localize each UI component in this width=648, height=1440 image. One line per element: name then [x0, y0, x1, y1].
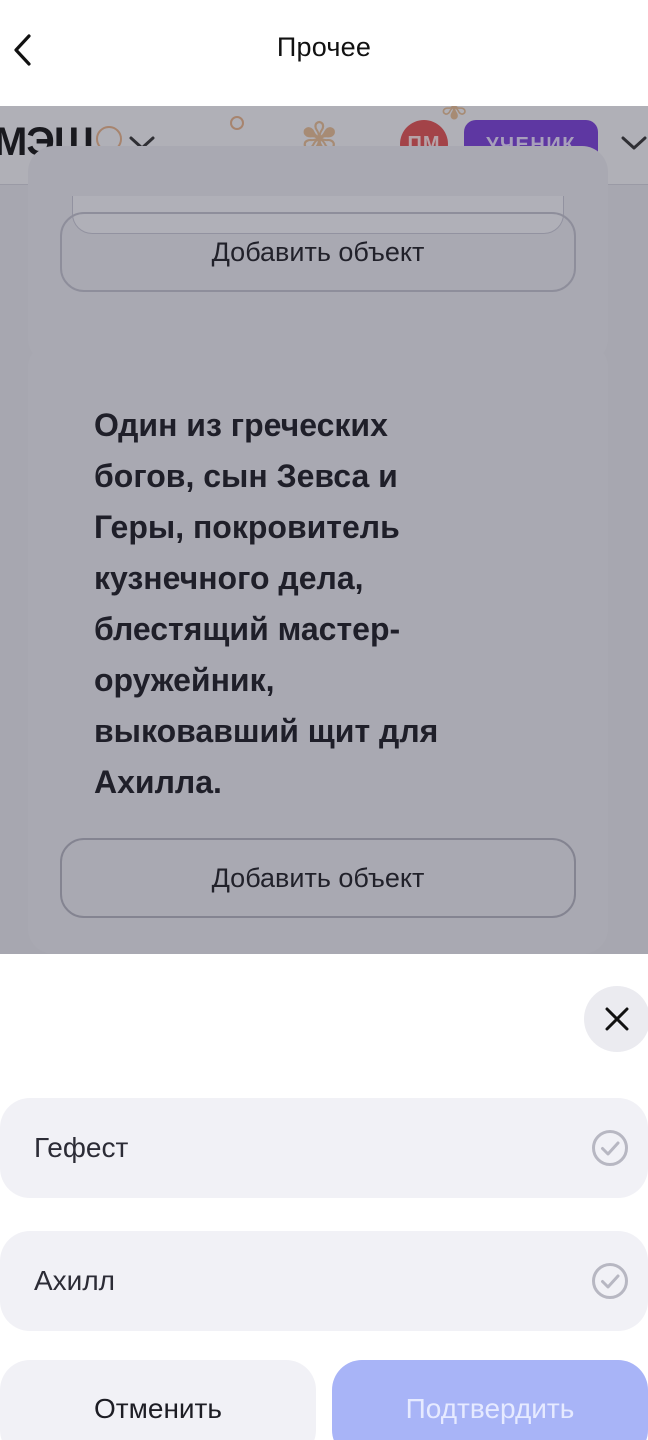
answer-bottom-sheet: Гефест Ахилл Отменить Подтвердить: [0, 954, 648, 1440]
check-circle-icon: [592, 1263, 628, 1299]
confirm-button[interactable]: Подтвердить: [332, 1360, 648, 1440]
top-app-bar: Прочее: [0, 0, 648, 106]
close-button[interactable]: [584, 986, 648, 1052]
modal-overlay[interactable]: [0, 106, 648, 954]
cancel-button[interactable]: Отменить: [0, 1360, 316, 1440]
page-title: Прочее: [276, 32, 372, 62]
option-item[interactable]: Гефест: [0, 1098, 648, 1198]
check-circle-icon: [592, 1130, 628, 1166]
option-item[interactable]: Ахилл: [0, 1231, 648, 1331]
option-label: Ахилл: [34, 1265, 115, 1296]
close-icon: [605, 1007, 629, 1031]
option-label: Гефест: [34, 1132, 129, 1163]
